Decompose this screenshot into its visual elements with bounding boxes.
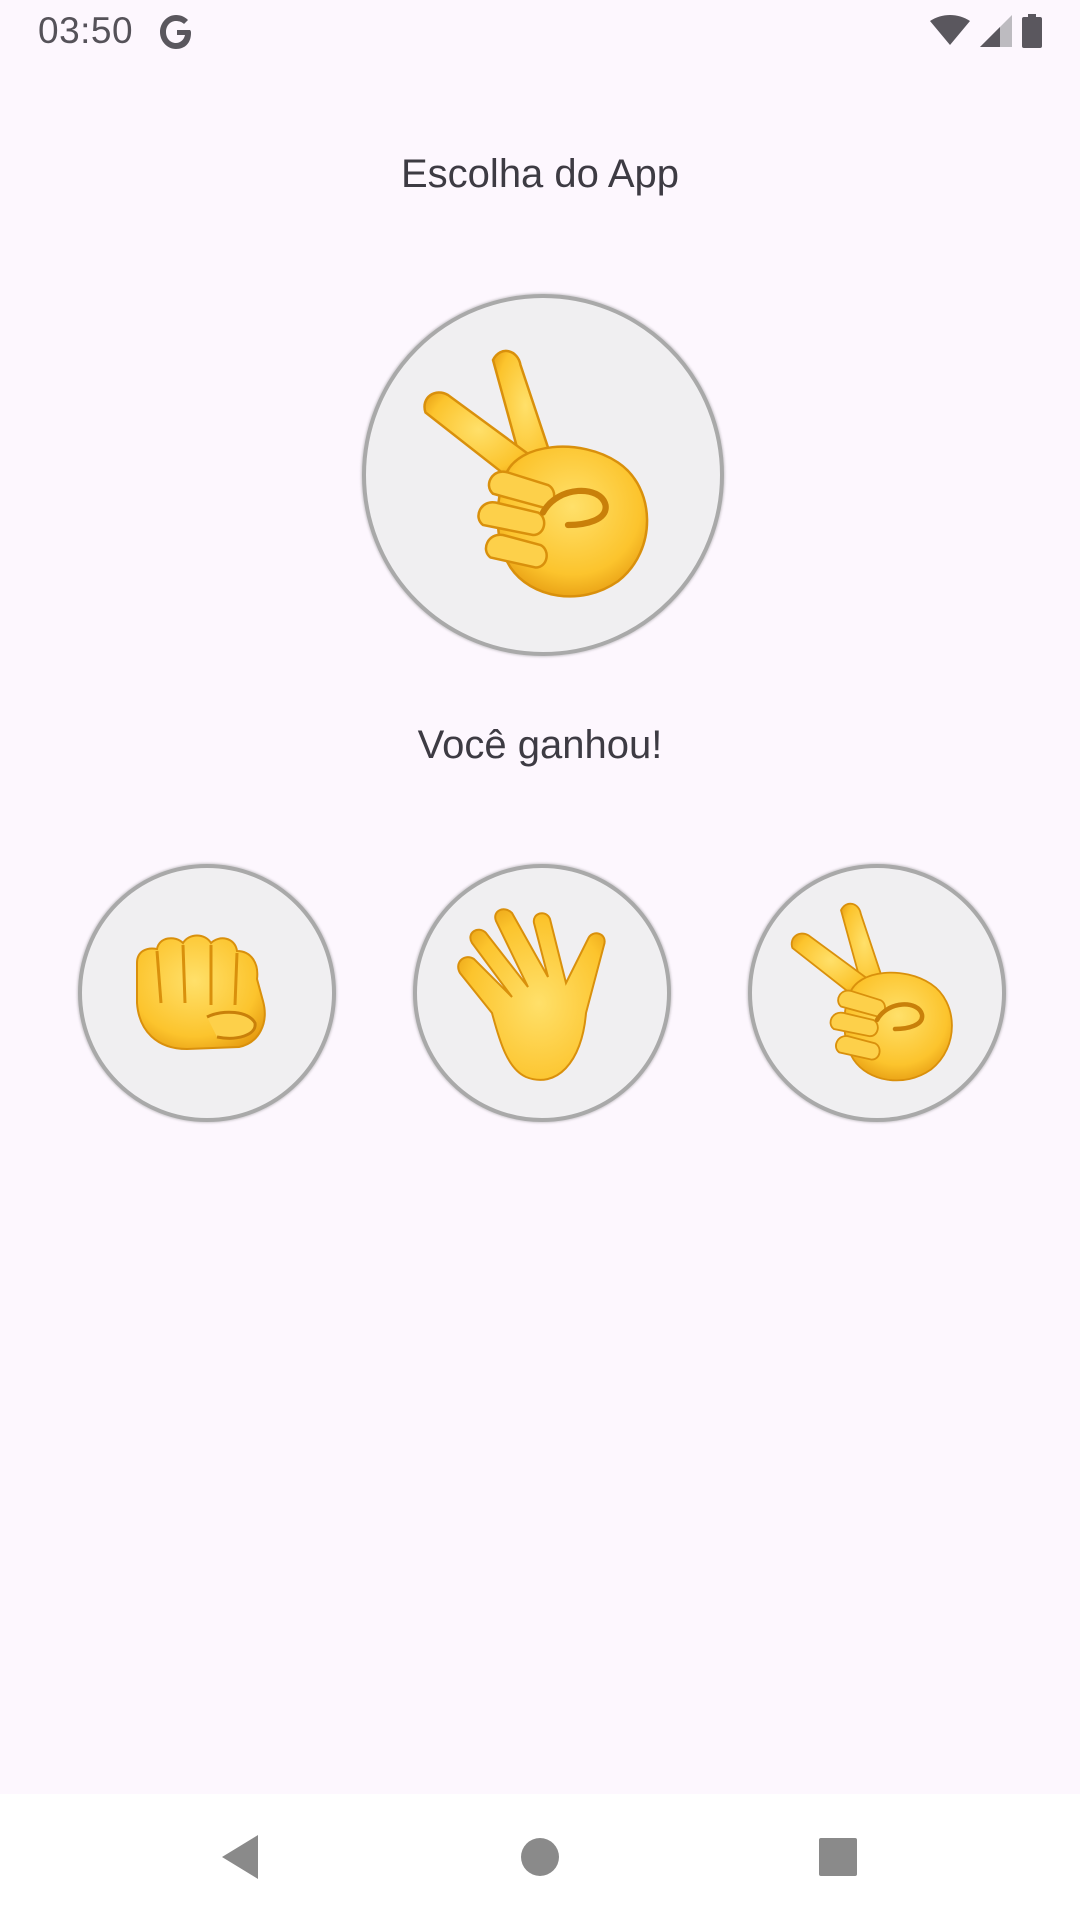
battery-icon bbox=[1022, 14, 1042, 48]
back-button[interactable] bbox=[180, 1794, 300, 1920]
victory-hand-icon bbox=[790, 902, 953, 1082]
open-hand-icon bbox=[457, 908, 606, 1081]
google-g-icon bbox=[159, 12, 195, 52]
navigation-bar bbox=[0, 1794, 1080, 1920]
status-bar: 03:50 bbox=[0, 0, 1080, 64]
paper-option-button[interactable] bbox=[413, 864, 671, 1122]
scissors-hand-icon bbox=[423, 349, 649, 598]
recents-button[interactable] bbox=[778, 1794, 898, 1920]
fist-icon bbox=[136, 934, 266, 1051]
result-text: Você ganhou! bbox=[417, 723, 663, 767]
app-choice-image bbox=[362, 294, 724, 656]
scissors-option-button[interactable] bbox=[748, 864, 1006, 1122]
back-icon bbox=[222, 1835, 258, 1879]
wifi-icon bbox=[930, 15, 970, 47]
status-time: 03:50 bbox=[38, 10, 134, 51]
page-title: Escolha do App bbox=[401, 152, 679, 196]
home-icon bbox=[521, 1838, 559, 1876]
home-button[interactable] bbox=[480, 1794, 600, 1920]
recents-icon bbox=[819, 1838, 857, 1876]
signal-icon bbox=[980, 15, 1012, 47]
rock-option-button[interactable] bbox=[78, 864, 336, 1122]
